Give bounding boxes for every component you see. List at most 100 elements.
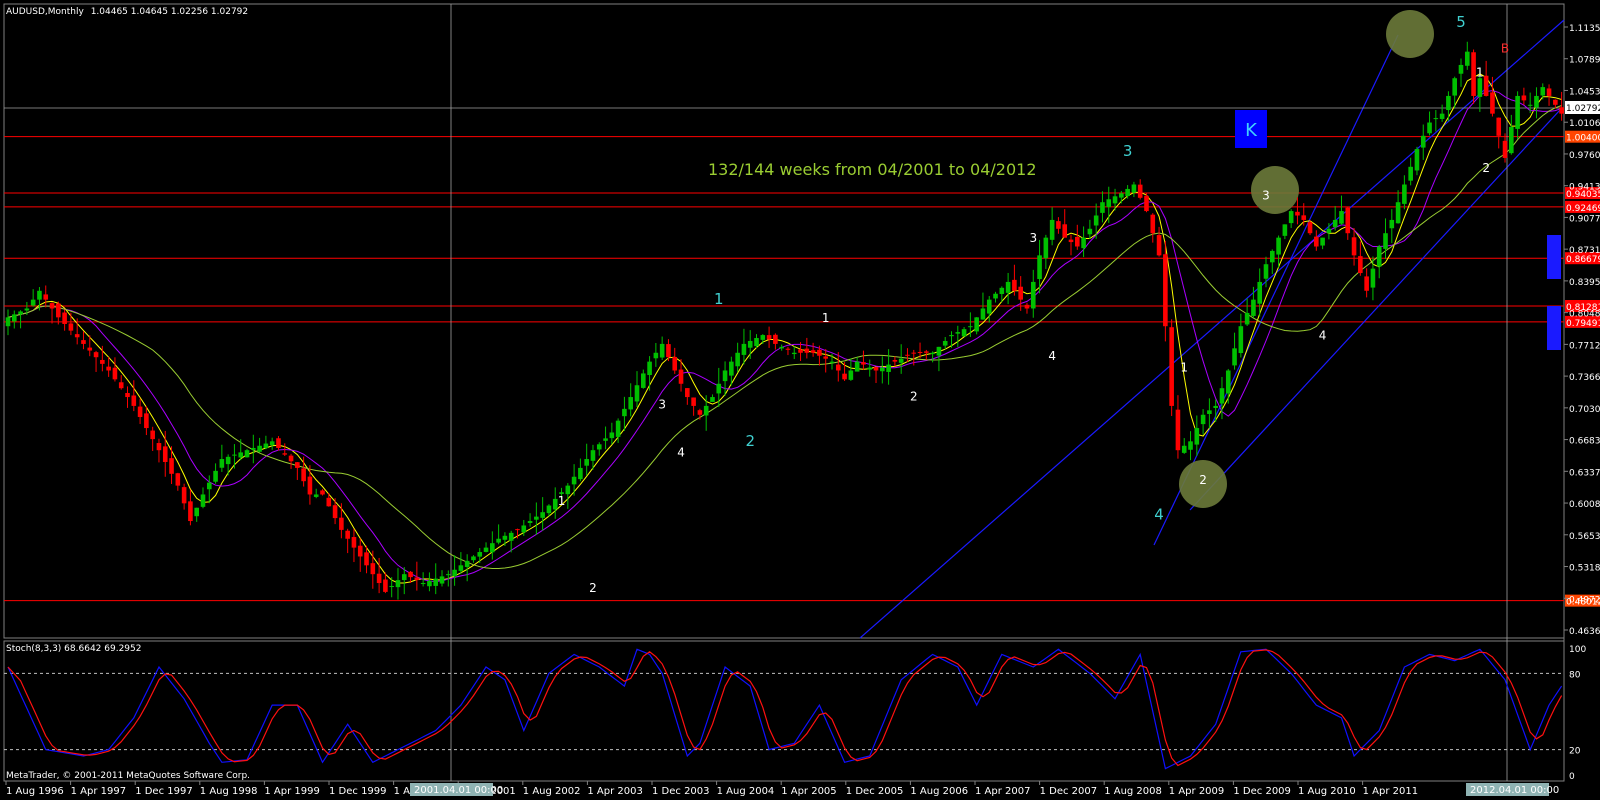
candle-body <box>854 361 860 372</box>
price-tick-label: 0.94135 <box>1569 183 1600 193</box>
stoch-main-line <box>7 648 1563 770</box>
price-tick-label: 1.07890 <box>1569 56 1600 66</box>
candle-body <box>779 346 784 349</box>
symbol-header: AUDUSD,Monthly 1.04465 1.04645 1.02256 1… <box>6 7 248 17</box>
candle-body <box>703 405 709 416</box>
candle-body <box>722 370 728 382</box>
time-tick-label: 1 Dec 2003 <box>652 786 710 797</box>
candle-body <box>1169 327 1174 406</box>
candle-body <box>1131 184 1137 193</box>
candle-body <box>125 393 130 398</box>
candle-body <box>471 556 476 561</box>
price-tick-label: 0.53185 <box>1569 564 1600 574</box>
candle-body <box>603 438 608 441</box>
candle-body <box>1056 221 1061 229</box>
candle-body <box>401 574 407 581</box>
candle-body <box>773 334 778 344</box>
candle-body <box>848 370 854 380</box>
candle-body <box>1383 233 1388 249</box>
level-label: 0.92469 <box>1566 204 1600 214</box>
candle-body <box>754 338 759 347</box>
candle-body <box>1477 78 1483 97</box>
wave-label: 4 <box>1048 349 1056 363</box>
candle-body <box>1376 246 1382 267</box>
candle-body <box>817 349 822 356</box>
price-tick-label: 0.56535 <box>1569 532 1600 542</box>
side-mark-lower <box>1547 306 1561 350</box>
candle-body <box>1320 237 1325 246</box>
candle-body <box>351 537 357 548</box>
time-tick-label: 1 Apr 2011 <box>1363 786 1418 797</box>
k-label: K <box>1245 120 1258 141</box>
candle-body <box>200 494 206 507</box>
candle-body <box>1100 202 1105 213</box>
wave-label: 1 <box>1476 65 1484 79</box>
candle-body <box>81 340 86 344</box>
candle-body <box>1414 149 1420 171</box>
candle-body <box>634 385 640 402</box>
candle-body <box>1163 254 1168 327</box>
candle-body <box>370 563 376 575</box>
main-panel-frame <box>3 3 1565 639</box>
candle-body <box>24 308 30 311</box>
candle-body <box>829 361 835 363</box>
price-tick-label: 0.73660 <box>1569 373 1600 383</box>
price-tick-label: 0.90775 <box>1569 214 1600 224</box>
candle-body <box>213 470 218 482</box>
wave-label: 3 <box>1029 231 1037 245</box>
candle-body <box>276 438 281 448</box>
candle-body <box>1439 113 1445 119</box>
candle-body <box>521 525 527 533</box>
candle-body <box>1458 64 1464 74</box>
candle-body <box>911 352 917 354</box>
candles <box>5 41 1564 600</box>
candle-body <box>238 452 244 458</box>
candle-body <box>477 552 483 557</box>
cursor-date-right: 2012.04.01 00:00 <box>1470 785 1559 796</box>
wave-label: 2 <box>1482 161 1490 175</box>
candle-body <box>942 340 948 346</box>
candle-body <box>584 459 589 466</box>
candle-body <box>861 362 866 365</box>
candle-body <box>1112 196 1118 204</box>
candle-body <box>313 494 319 497</box>
candle-body <box>1339 211 1344 224</box>
candle-body <box>131 395 137 406</box>
candle-body <box>1358 256 1363 274</box>
candle-body <box>376 573 382 584</box>
price-tick-label: 0.80480 <box>1569 310 1600 320</box>
price-tick-label: 0.87310 <box>1569 246 1600 256</box>
candle-body <box>1515 95 1520 129</box>
stoch-header: Stoch(8,3,3) 68.6642 69.2952 <box>6 644 141 654</box>
candle-body <box>427 580 432 587</box>
candle-body <box>1496 117 1502 136</box>
candle-body <box>389 585 394 587</box>
candle-body <box>835 364 841 371</box>
stoch-tick-label: 0 <box>1569 772 1575 782</box>
candle-body <box>357 545 363 557</box>
candle-body <box>452 569 457 577</box>
candle-body <box>1351 237 1357 256</box>
candle-body <box>11 314 17 322</box>
time-tick-label: 1 Apr 1997 <box>71 786 126 797</box>
candle-body <box>1276 237 1281 255</box>
time-tick-label: 1 Apr 1999 <box>264 786 319 797</box>
candle-body <box>1420 135 1426 148</box>
candle-body <box>219 459 225 468</box>
candle-body <box>1345 207 1351 234</box>
price-axis: 1.11355 1.07890 1.04530 1.01065 0.97600 0.941… <box>1564 24 1600 637</box>
candle-body <box>420 583 426 585</box>
candle-body <box>1521 95 1527 101</box>
candle-body <box>842 373 847 380</box>
candle-body <box>697 410 703 415</box>
candle-body <box>5 317 11 327</box>
candle-body <box>1081 237 1086 249</box>
candle-body <box>383 579 388 592</box>
price-tick-label: 0.63370 <box>1569 468 1600 478</box>
candle-body <box>156 443 162 451</box>
candle-body <box>295 462 300 468</box>
candle-body <box>395 580 401 588</box>
candle-body <box>1068 239 1074 243</box>
candle-body <box>1194 428 1200 445</box>
candle-body <box>188 501 193 522</box>
